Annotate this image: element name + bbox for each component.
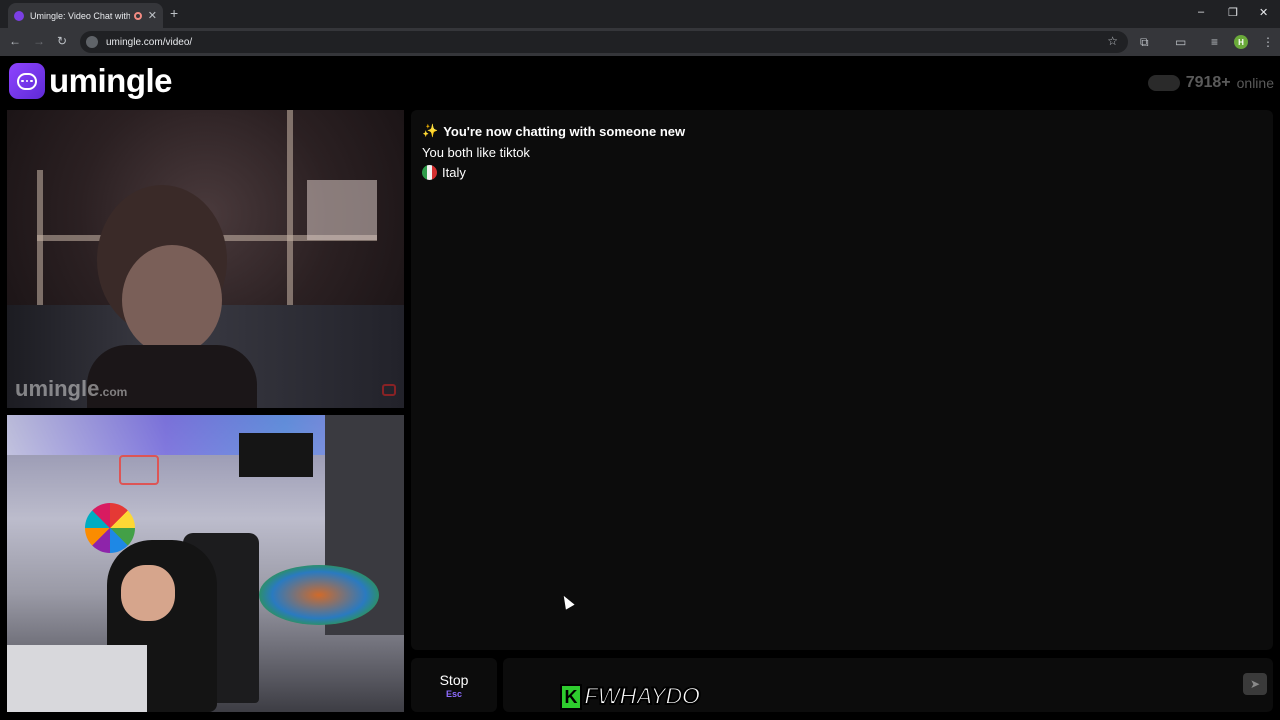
media-controls-icon[interactable]: ≡ [1211, 35, 1218, 49]
online-toggle[interactable] [1147, 75, 1180, 91]
reload-icon[interactable]: ↻ [57, 34, 67, 48]
send-icon[interactable]: ➤ [1243, 673, 1267, 695]
online-counter: 7918+ online [1147, 74, 1274, 92]
stop-label: Stop [439, 672, 469, 688]
basketball-hoop [119, 455, 159, 485]
tab-title: Umingle: Video Chat with S [30, 10, 130, 21]
report-icon[interactable] [382, 384, 396, 396]
umingle-favicon-icon [14, 10, 24, 21]
prize-wheel [85, 503, 135, 553]
site-info-icon[interactable] [86, 36, 98, 48]
italy-flag-icon [422, 165, 437, 180]
browser-tab[interactable]: Umingle: Video Chat with S ✕ [8, 3, 163, 28]
site-logo-text[interactable]: umingle [49, 62, 173, 100]
stop-shortcut: Esc [445, 689, 462, 699]
overlay-badge: K [560, 684, 582, 710]
online-label: online [1236, 75, 1274, 91]
forward-arrow-icon[interactable]: → [33, 34, 45, 48]
online-count: 7918+ [1185, 74, 1231, 91]
recording-indicator-icon [133, 11, 142, 20]
overlay-text: FWHAYDO [583, 682, 701, 711]
minimize-button[interactable]: – [1198, 6, 1204, 18]
tab-close-icon[interactable]: ✕ [148, 9, 157, 22]
address-bar[interactable]: umingle.com/video/ ☆ [80, 31, 1128, 53]
new-tab-button[interactable]: + [170, 5, 178, 21]
sparkle-icon: ✨ [422, 123, 439, 138]
chat-intro-text: You're now chatting with someone new [443, 123, 686, 139]
chat-panel: ✨ You're now chatting with someone new Y… [411, 110, 1273, 650]
browser-tab-bar: Umingle: Video Chat with S ✕ + – ❐ ✕ [0, 0, 1280, 28]
extensions-icon[interactable]: ⧉ [1140, 35, 1149, 50]
stop-button[interactable]: Stop Esc [411, 658, 497, 712]
url-text[interactable]: umingle.com/video/ [106, 37, 192, 48]
stranger-country: Italy [422, 165, 1262, 180]
back-arrow-icon[interactable]: ← [9, 34, 21, 48]
stranger-video: umingle.com [7, 110, 404, 408]
cast-icon[interactable]: ▭ [1175, 35, 1186, 49]
chat-intro: ✨ You're now chatting with someone new [422, 123, 1262, 139]
video-watermark: umingle.com [15, 376, 128, 401]
umingle-logo-icon[interactable] [9, 63, 45, 99]
menu-icon[interactable]: ⋮ [1262, 35, 1274, 49]
shared-interest: You both like tiktok [422, 145, 530, 160]
close-window-button[interactable]: ✕ [1259, 6, 1268, 19]
self-video [7, 415, 404, 712]
streamer-overlay: K FWHAYDO [560, 682, 701, 712]
profile-avatar[interactable]: H [1234, 35, 1248, 49]
country-name: Italy [442, 165, 466, 180]
bookmark-star-icon[interactable]: ☆ [1107, 34, 1118, 48]
restore-button[interactable]: ❐ [1228, 6, 1238, 19]
browser-toolbar: ← → ↻ umingle.com/video/ ☆ ⧉ ▭ ≡ ⋮ [0, 28, 1280, 56]
